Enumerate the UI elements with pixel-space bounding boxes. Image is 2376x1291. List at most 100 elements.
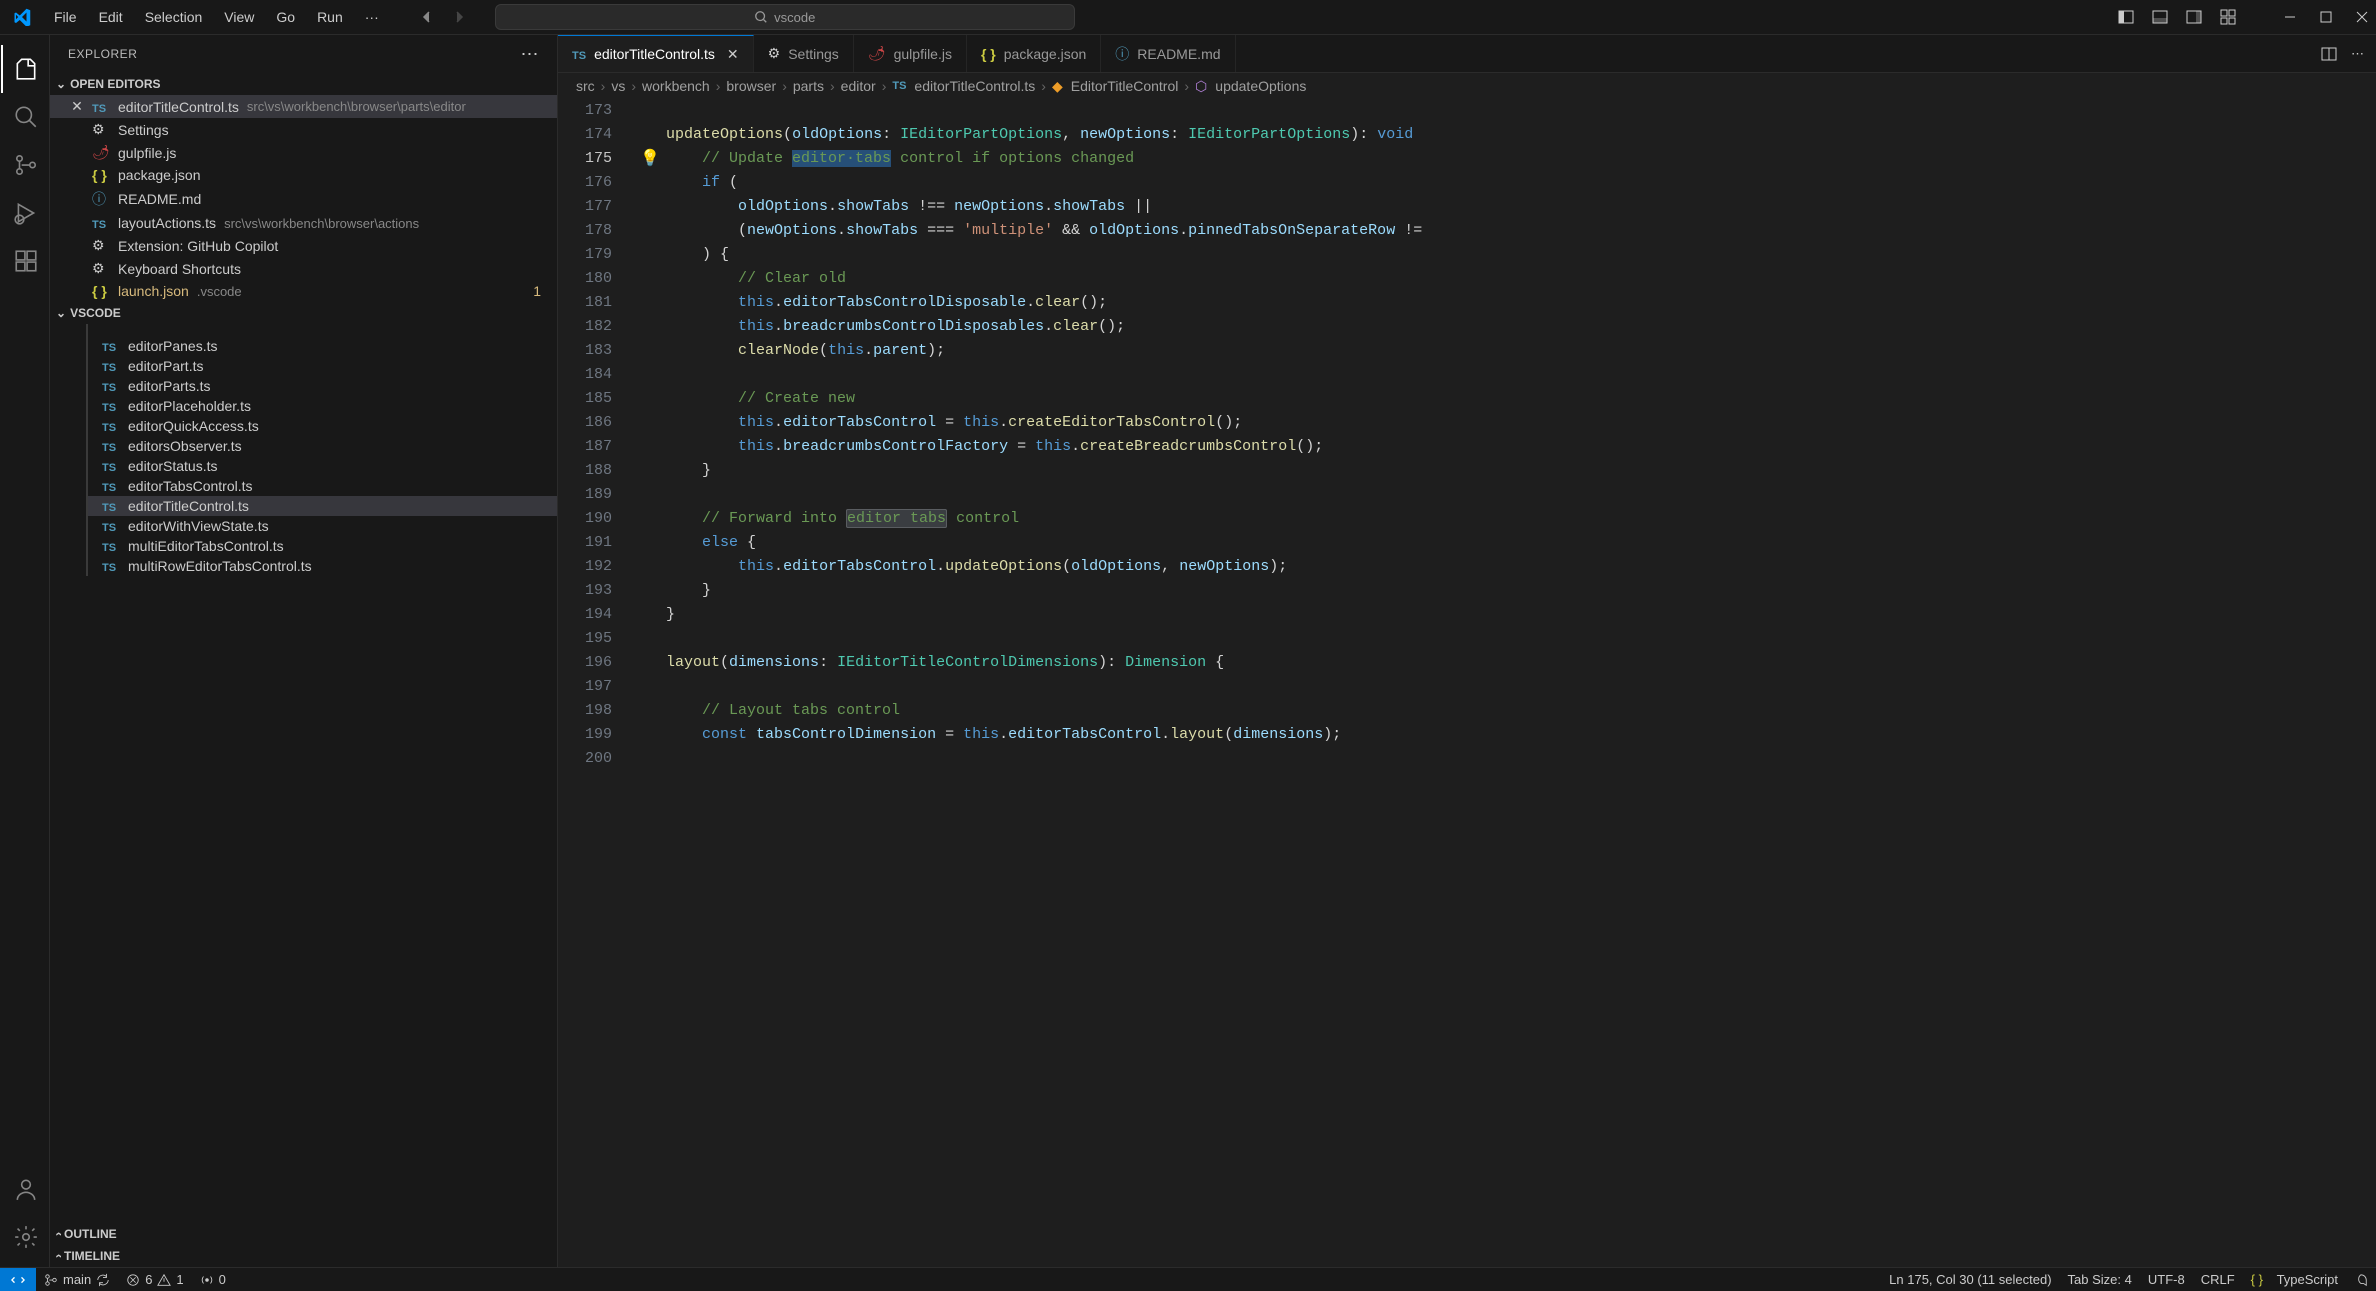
breadcrumb-item[interactable]: parts xyxy=(793,78,824,94)
nav-back-icon[interactable] xyxy=(419,9,435,25)
editor-tab[interactable]: ⚙Settings xyxy=(754,35,854,72)
code-line[interactable]: this.editorTabsControlDisposable.clear()… xyxy=(630,291,2376,315)
breadcrumbs[interactable]: src›vs›workbench›browser›parts›editor›TS… xyxy=(558,73,2376,99)
status-indent[interactable]: Tab Size: 4 xyxy=(2060,1272,2140,1287)
code-line[interactable] xyxy=(630,627,2376,651)
editor-tab[interactable]: ⓘREADME.md xyxy=(1101,35,1235,72)
tree-item[interactable]: TSeditorsObserver.ts xyxy=(86,436,557,456)
code-line[interactable]: this.breadcrumbsControlFactory = this.cr… xyxy=(630,435,2376,459)
code-line[interactable] xyxy=(630,363,2376,387)
breadcrumb-item[interactable]: editor xyxy=(841,78,876,94)
code-line[interactable]: } xyxy=(630,603,2376,627)
lightbulb-icon[interactable]: 💡 xyxy=(640,147,660,171)
code-line[interactable]: const tabsControlDimension = this.editor… xyxy=(630,723,2376,747)
code-line[interactable]: clearNode(this.parent); xyxy=(630,339,2376,363)
tree-item[interactable]: TSeditorPlaceholder.ts xyxy=(86,396,557,416)
command-center[interactable]: vscode xyxy=(495,4,1075,30)
code-line[interactable]: // Forward into editor tabs control xyxy=(630,507,2376,531)
tree-item[interactable]: TSeditorTitleControl.ts xyxy=(86,496,557,516)
split-editor-icon[interactable] xyxy=(2321,46,2337,62)
breadcrumb-item[interactable]: src xyxy=(576,78,595,94)
open-editor-item[interactable]: ⚙Extension: GitHub Copilot xyxy=(50,234,557,257)
minimize-icon[interactable] xyxy=(2284,11,2296,23)
code-line[interactable]: // Create new xyxy=(630,387,2376,411)
open-editor-item[interactable]: 🌶gulpfile.js xyxy=(50,141,557,164)
activity-extensions-icon[interactable] xyxy=(1,237,49,285)
status-branch[interactable]: main xyxy=(36,1272,118,1287)
code-line[interactable]: updateOptions(oldOptions: IEditorPartOpt… xyxy=(630,123,2376,147)
section-open-editors[interactable]: ⌄ OPEN EDITORS xyxy=(50,73,557,95)
menu-view[interactable]: View xyxy=(214,5,264,29)
code-line[interactable]: } xyxy=(630,579,2376,603)
menu-more-icon[interactable]: ··· xyxy=(355,5,389,29)
toggle-secondary-sidebar-icon[interactable] xyxy=(2186,9,2202,25)
breadcrumb-item[interactable]: ⬡updateOptions xyxy=(1195,78,1306,95)
tree-item[interactable]: TSeditorQuickAccess.ts xyxy=(86,416,557,436)
nav-forward-icon[interactable] xyxy=(451,9,467,25)
menu-selection[interactable]: Selection xyxy=(135,5,213,29)
status-encoding[interactable]: UTF-8 xyxy=(2140,1272,2193,1287)
breadcrumb-item[interactable]: ◆EditorTitleControl xyxy=(1052,78,1178,95)
open-editor-item[interactable]: { }launch.json.vscode1 xyxy=(50,280,557,302)
tree-item[interactable]: TSeditorParts.ts xyxy=(86,376,557,396)
code-line[interactable]: else { xyxy=(630,531,2376,555)
editor-tab[interactable]: TSeditorTitleControl.ts✕ xyxy=(558,35,754,72)
editor-tab[interactable]: { }package.json xyxy=(967,35,1101,72)
code-line[interactable]: (newOptions.showTabs === 'multiple' && o… xyxy=(630,219,2376,243)
open-editor-item[interactable]: ⚙Settings xyxy=(50,118,557,141)
tree-item[interactable]: TSeditorStatus.ts xyxy=(86,456,557,476)
section-timeline[interactable]: › TIMELINE xyxy=(50,1245,557,1267)
close-icon[interactable]: ✕ xyxy=(68,98,86,115)
code-content[interactable]: updateOptions(oldOptions: IEditorPartOpt… xyxy=(630,99,2376,1267)
open-editor-item[interactable]: { }package.json xyxy=(50,164,557,186)
code-line[interactable]: if ( xyxy=(630,171,2376,195)
activity-explorer-icon[interactable] xyxy=(1,45,49,93)
status-language[interactable]: { } TypeScript xyxy=(2243,1272,2346,1287)
tree-item[interactable]: TSeditorWithViewState.ts xyxy=(86,516,557,536)
tree-item[interactable]: TSmultiRowEditorTabsControl.ts xyxy=(86,556,557,576)
open-editor-item[interactable]: TSlayoutActions.tssrc\vs\workbench\brows… xyxy=(50,212,557,234)
breadcrumb-item[interactable]: browser xyxy=(726,78,776,94)
code-editor[interactable]: 1731741751761771781791801811821831841851… xyxy=(558,99,2376,1267)
breadcrumb-item[interactable]: workbench xyxy=(642,78,710,94)
activity-source-control-icon[interactable] xyxy=(1,141,49,189)
close-window-icon[interactable] xyxy=(2356,11,2368,23)
code-line[interactable]: this.editorTabsControl.updateOptions(old… xyxy=(630,555,2376,579)
open-editor-item[interactable]: ⓘREADME.md xyxy=(50,186,557,212)
tree-item[interactable]: TSeditorPart.ts xyxy=(86,356,557,376)
close-icon[interactable]: ✕ xyxy=(727,46,739,63)
status-eol[interactable]: CRLF xyxy=(2193,1272,2243,1287)
remote-indicator-icon[interactable] xyxy=(0,1268,36,1291)
activity-search-icon[interactable] xyxy=(1,93,49,141)
status-cursor[interactable]: Ln 175, Col 30 (11 selected) xyxy=(1881,1272,2059,1287)
editor-tab[interactable]: 🌶gulpfile.js xyxy=(854,35,967,72)
code-line[interactable]: // Update editor·tabs control if options… xyxy=(630,147,2376,171)
code-line[interactable]: oldOptions.showTabs !== newOptions.showT… xyxy=(630,195,2376,219)
code-line[interactable]: this.breadcrumbsControlDisposables.clear… xyxy=(630,315,2376,339)
sidebar-more-icon[interactable]: ⋯ xyxy=(521,44,540,65)
menu-file[interactable]: File xyxy=(44,5,87,29)
breadcrumb-item[interactable]: vs xyxy=(611,78,625,94)
code-line[interactable] xyxy=(630,483,2376,507)
status-problems[interactable]: 6 1 xyxy=(118,1272,191,1287)
code-line[interactable]: // Clear old xyxy=(630,267,2376,291)
toggle-panel-icon[interactable] xyxy=(2152,9,2168,25)
activity-accounts-icon[interactable] xyxy=(1,1165,49,1213)
code-line[interactable] xyxy=(630,99,2376,123)
menu-run[interactable]: Run xyxy=(307,5,353,29)
maximize-icon[interactable] xyxy=(2320,11,2332,23)
code-line[interactable]: } xyxy=(630,459,2376,483)
code-line[interactable] xyxy=(630,675,2376,699)
tree-item[interactable]: TSeditorPanes.ts xyxy=(86,336,557,356)
code-line[interactable]: ) { xyxy=(630,243,2376,267)
menu-edit[interactable]: Edit xyxy=(89,5,133,29)
tree-item[interactable]: TSeditorTabsControl.ts xyxy=(86,476,557,496)
activity-debug-icon[interactable] xyxy=(1,189,49,237)
code-line[interactable]: layout(dimensions: IEditorTitleControlDi… xyxy=(630,651,2376,675)
code-line[interactable] xyxy=(630,747,2376,771)
menu-go[interactable]: Go xyxy=(266,5,305,29)
activity-settings-icon[interactable] xyxy=(1,1213,49,1261)
breadcrumb-item[interactable]: TSeditorTitleControl.ts xyxy=(892,78,1035,94)
code-line[interactable]: this.editorTabsControl = this.createEdit… xyxy=(630,411,2376,435)
open-editor-item[interactable]: ✕TSeditorTitleControl.tssrc\vs\workbench… xyxy=(50,95,557,118)
